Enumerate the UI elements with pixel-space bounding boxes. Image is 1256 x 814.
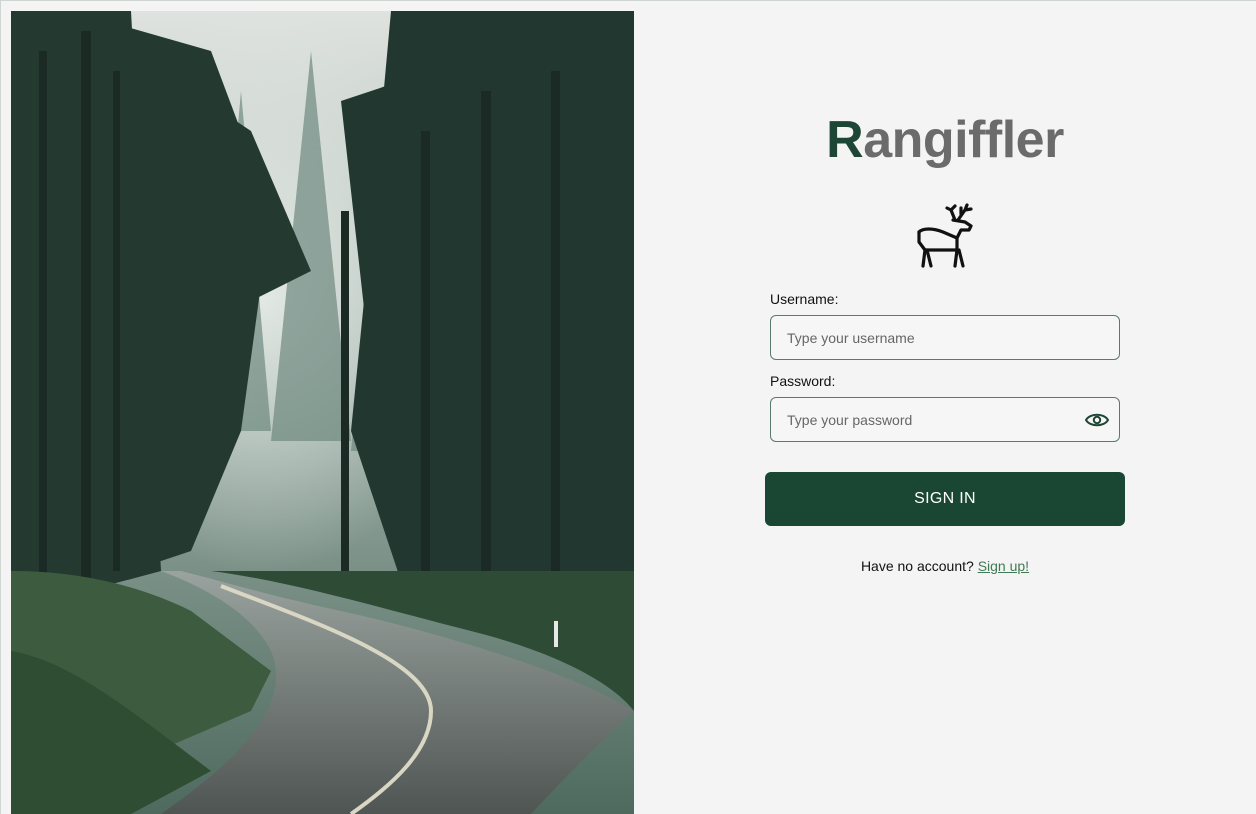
eye-icon[interactable] bbox=[1085, 409, 1109, 431]
username-field[interactable] bbox=[770, 315, 1120, 360]
password-input[interactable] bbox=[787, 411, 1103, 428]
signup-prompt: Have no account? Sign up! bbox=[634, 558, 1256, 574]
password-field[interactable] bbox=[770, 397, 1120, 442]
login-panel: Rangiffler Username: Password: SIGN IN H… bbox=[634, 0, 1256, 814]
sign-in-button[interactable]: SIGN IN bbox=[765, 472, 1125, 526]
deer-icon bbox=[917, 203, 973, 268]
password-label: Password: bbox=[770, 373, 836, 389]
app-title: Rangiffler bbox=[634, 110, 1256, 170]
username-input[interactable] bbox=[787, 329, 1103, 346]
signup-prompt-text: Have no account? bbox=[860, 558, 974, 574]
username-label: Username: bbox=[770, 291, 839, 307]
sign-up-link[interactable]: Sign up! bbox=[978, 558, 1029, 574]
hero-image bbox=[11, 11, 634, 814]
app-title-first-letter: R bbox=[826, 111, 864, 169]
app-title-rest: angiffler bbox=[863, 111, 1064, 169]
